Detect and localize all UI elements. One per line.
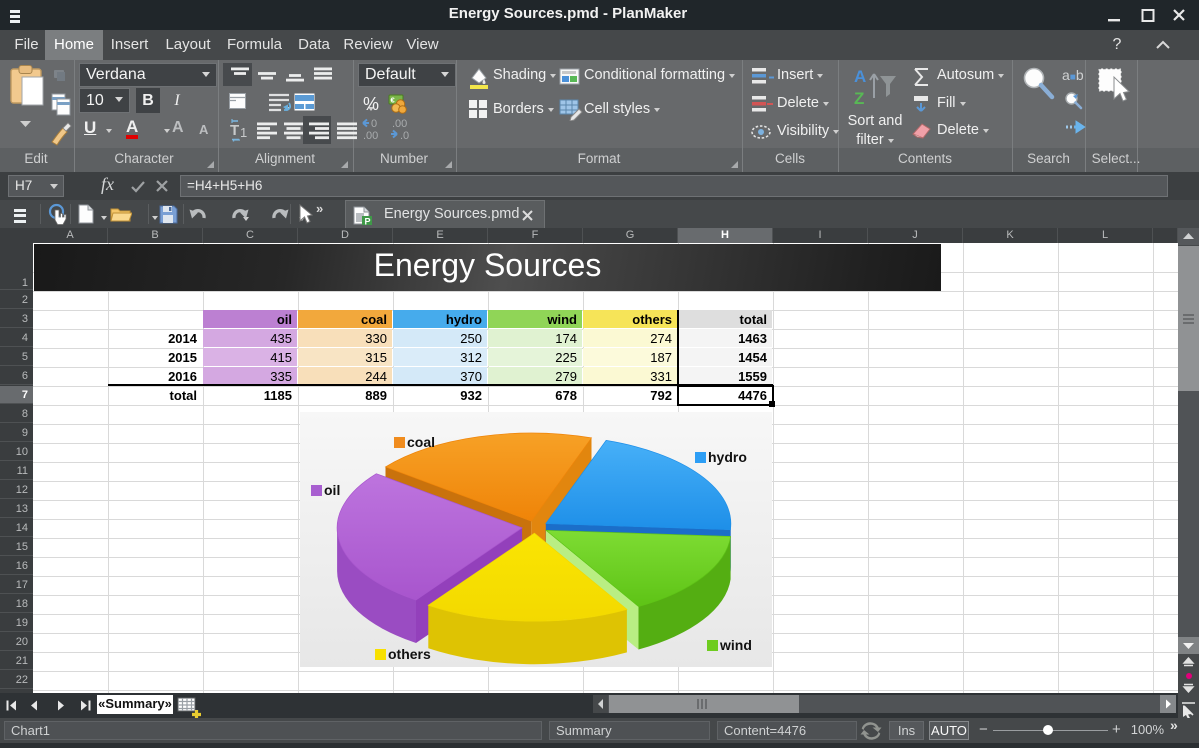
svg-text:.00: .00 <box>363 130 378 142</box>
svg-text:1: 1 <box>240 125 247 140</box>
svg-text:A: A <box>854 67 866 86</box>
svg-text:Z: Z <box>854 89 864 108</box>
svg-text:P: P <box>365 217 371 226</box>
svg-text:.0: .0 <box>400 130 409 142</box>
svg-text:.00: .00 <box>392 118 407 130</box>
svg-text:T: T <box>230 122 239 139</box>
svg-text:0: 0 <box>371 118 377 130</box>
